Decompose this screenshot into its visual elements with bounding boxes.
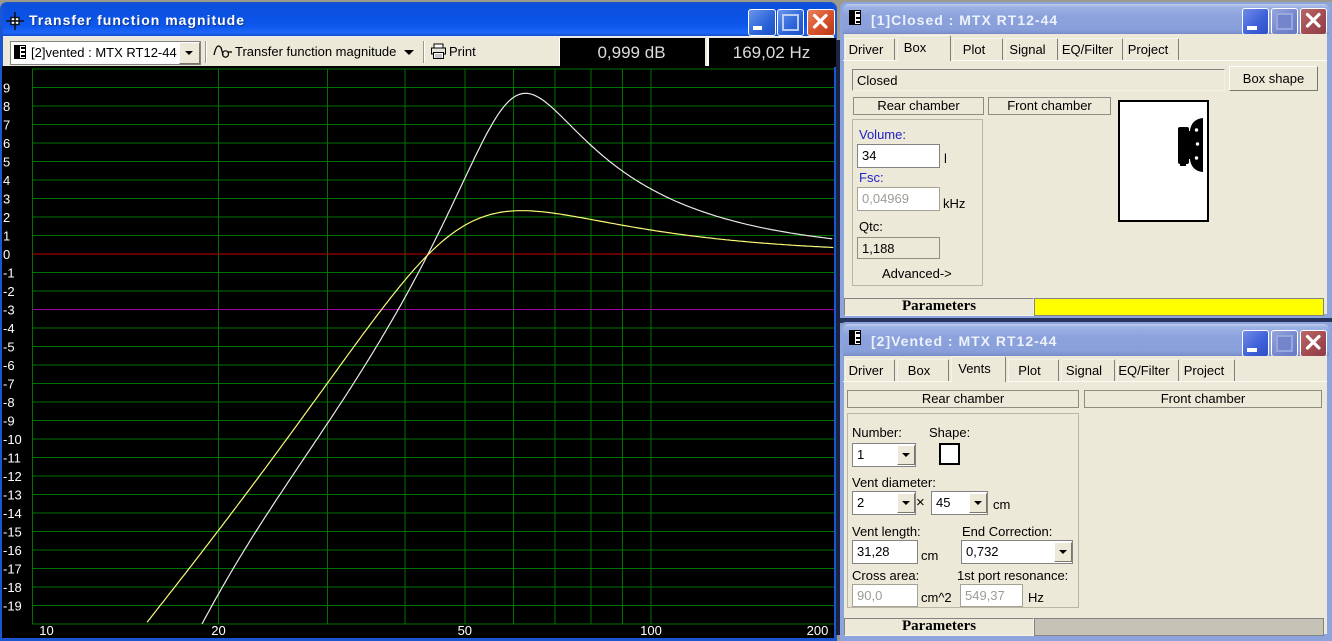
- svg-text:20: 20: [211, 623, 225, 638]
- svg-text:-1: -1: [3, 266, 15, 281]
- svg-text:-19: -19: [3, 599, 22, 614]
- svg-text:-16: -16: [3, 543, 22, 558]
- svg-text:-9: -9: [3, 414, 15, 429]
- svg-text:-10: -10: [3, 432, 22, 447]
- svg-text:6: 6: [3, 136, 10, 151]
- svg-text:200: 200: [807, 623, 829, 638]
- svg-text:9: 9: [3, 81, 10, 96]
- svg-text:-17: -17: [3, 562, 22, 577]
- svg-text:100: 100: [640, 623, 662, 638]
- svg-text:-15: -15: [3, 525, 22, 540]
- svg-text:1: 1: [3, 229, 10, 244]
- svg-text:10: 10: [39, 623, 53, 638]
- svg-text:7: 7: [3, 118, 10, 133]
- svg-text:5: 5: [3, 155, 10, 170]
- svg-text:-5: -5: [3, 340, 15, 355]
- svg-text:-3: -3: [3, 303, 15, 318]
- svg-text:3: 3: [3, 192, 10, 207]
- svg-text:-11: -11: [3, 451, 21, 466]
- svg-text:-6: -6: [3, 358, 15, 373]
- svg-text:-7: -7: [3, 377, 15, 392]
- svg-text:2: 2: [3, 210, 10, 225]
- svg-text:4: 4: [3, 173, 10, 188]
- svg-text:-18: -18: [3, 580, 22, 595]
- svg-text:-13: -13: [3, 488, 22, 503]
- svg-text:-2: -2: [3, 284, 15, 299]
- svg-text:0: 0: [3, 247, 10, 262]
- svg-text:-12: -12: [3, 469, 22, 484]
- svg-text:50: 50: [458, 623, 472, 638]
- svg-text:-8: -8: [3, 395, 15, 410]
- svg-text:8: 8: [3, 99, 10, 114]
- svg-text:-4: -4: [3, 321, 15, 336]
- svg-text:-14: -14: [3, 506, 22, 521]
